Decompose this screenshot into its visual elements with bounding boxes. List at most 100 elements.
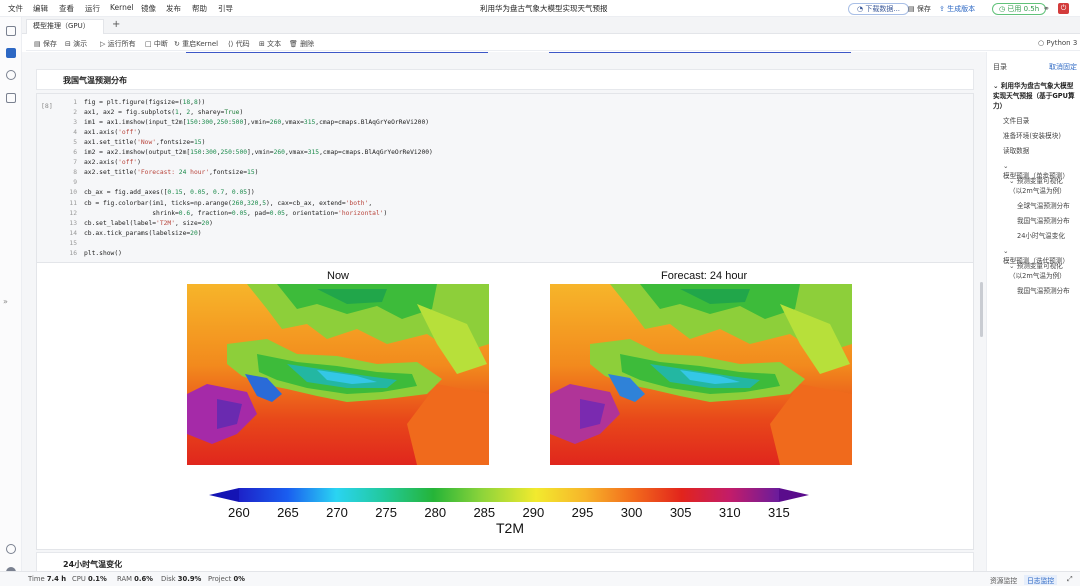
code-line: 6 im2 = ax2.imshow(output_t2m[150:300,250… bbox=[37, 149, 433, 159]
toc-item[interactable]: 读取数据 bbox=[1003, 146, 1075, 156]
toc-item-label: 读取数据 bbox=[1003, 147, 1030, 155]
link-icon[interactable]: ⚭ bbox=[1043, 2, 1050, 15]
colorbar-tick-label: 310 bbox=[718, 505, 741, 520]
prev-plot-edge bbox=[186, 52, 488, 53]
menu-publish[interactable]: 发布 bbox=[166, 3, 181, 14]
toc-item[interactable]: 文件目录 bbox=[1003, 116, 1075, 126]
toc-item[interactable]: ⌄ 利用华为盘古气象大模型实现天气预报（基于GPU算力） bbox=[993, 81, 1075, 111]
menu-guide[interactable]: 引导 bbox=[218, 3, 233, 14]
line-number: 8 bbox=[73, 169, 77, 177]
chevron-down-icon[interactable]: ⌄ bbox=[1009, 262, 1017, 270]
toc-item[interactable]: 准备环境(安装模块) bbox=[1003, 131, 1075, 141]
code-cell[interactable]: [8] 1 fig = plt.figure(figsize=(18,8)) 2 ax… bbox=[36, 93, 974, 263]
present-button[interactable]: ⊟ 演示 bbox=[65, 39, 87, 49]
menu-bar: 文件 编辑 查看 运行 Kernel 镜像 发布 帮助 引导 利用华为盘古气象大… bbox=[0, 0, 1080, 17]
code-button[interactable]: ⟨⟩ 代码 bbox=[228, 39, 250, 49]
markdown-cell-next[interactable]: 24小时气温变化 bbox=[36, 552, 974, 571]
code-line: 16 plt.show() bbox=[37, 250, 122, 260]
code-text: cb = fig.colorbar(im1, ticks=np.arange(2… bbox=[84, 199, 373, 207]
project-status: Project 0% bbox=[208, 575, 245, 583]
menu-run[interactable]: 运行 bbox=[85, 3, 100, 14]
line-number: 13 bbox=[69, 219, 77, 227]
run-all-button[interactable]: ▷ 运行所有 bbox=[100, 39, 136, 49]
database-icon[interactable] bbox=[6, 70, 16, 80]
expand-arrow-icon[interactable]: » bbox=[3, 297, 8, 306]
code-text: im2 = ax2.imshow(output_t2m[150:300,250:… bbox=[84, 149, 433, 157]
line-number: 10 bbox=[69, 189, 77, 197]
markdown-cell[interactable]: 我国气温预测分布 bbox=[36, 69, 974, 90]
line-number: 11 bbox=[69, 199, 77, 207]
toc-item-label: 准备环境(安装模块) bbox=[1003, 132, 1061, 140]
ram-status: RAM 0.6% bbox=[117, 575, 153, 583]
toc-item-label: 全球气温预测分布 bbox=[1017, 202, 1070, 210]
line-number: 3 bbox=[73, 119, 77, 127]
code-icon: ⟨⟩ bbox=[228, 40, 236, 48]
chevron-down-icon[interactable]: ⌄ bbox=[1009, 177, 1017, 185]
toc-item[interactable]: 我国气温预测分布 bbox=[1017, 216, 1075, 226]
stop-icon: □ bbox=[145, 40, 154, 48]
menu-kernel[interactable]: Kernel bbox=[110, 3, 134, 12]
text-button[interactable]: ⊞ 文本 bbox=[259, 39, 281, 49]
notebook-area: 我国气温预测分布 [8] 1 fig = plt.figure(figsize=(… bbox=[22, 52, 986, 571]
save-button[interactable]: ▤ 保存 bbox=[34, 39, 57, 49]
line-number: 9 bbox=[73, 179, 77, 187]
chevron-down-icon[interactable]: ⌄ bbox=[1003, 162, 1009, 170]
code-line: 9 bbox=[37, 179, 84, 189]
menu-edit[interactable]: 编辑 bbox=[33, 3, 48, 14]
dataset-icon[interactable] bbox=[6, 26, 16, 36]
scrollbar-thumb[interactable] bbox=[980, 282, 983, 337]
resource-monitor-tab[interactable]: 资源监控 bbox=[990, 575, 1017, 585]
toc-item[interactable]: 全球气温预测分布 bbox=[1017, 201, 1075, 211]
document-icon[interactable] bbox=[6, 93, 16, 103]
toc-item[interactable]: 24小时气温变化 bbox=[1017, 231, 1075, 241]
colorbar-tick-label: 290 bbox=[522, 505, 545, 520]
unpin-button[interactable]: 取消固定 bbox=[1049, 62, 1077, 72]
delete-button[interactable]: 🗑 删除 bbox=[289, 39, 314, 49]
restart-kernel-button[interactable]: ↻ 重启Kernel bbox=[174, 39, 218, 49]
help-icon[interactable] bbox=[6, 544, 16, 554]
colorbar bbox=[209, 487, 809, 506]
chevron-down-icon[interactable]: ⌄ bbox=[993, 82, 1001, 90]
toc-item[interactable]: 我国气温预测分布 bbox=[1017, 286, 1075, 296]
tab-notebook[interactable]: 模型推理（GPU） bbox=[26, 19, 104, 34]
code-text: cb.ax.tick_params(labelsize=20) bbox=[84, 229, 202, 237]
chevron-down-icon[interactable]: ⌄ bbox=[1003, 247, 1009, 255]
line-number: 15 bbox=[69, 239, 77, 247]
menu-image[interactable]: 镜像 bbox=[141, 3, 156, 14]
line-number: 14 bbox=[69, 229, 77, 237]
code-text: ax1, ax2 = fig.subplots(1, 2, sharey=Tru… bbox=[84, 109, 244, 117]
restart-icon: ↻ bbox=[174, 40, 183, 48]
interrupt-button[interactable]: □ 中断 bbox=[145, 39, 168, 49]
toc-item[interactable]: ⌄ 预测变量可视化（以2m气温为例） bbox=[1009, 176, 1075, 196]
generate-version-button[interactable]: ⇪ 生成版本 bbox=[939, 2, 975, 15]
add-tab-button[interactable]: + bbox=[112, 19, 120, 30]
code-line: 5 ax1.set_title('Now',fontsize=15) bbox=[37, 139, 205, 149]
power-icon[interactable]: ⏻ bbox=[1058, 2, 1069, 15]
code-line: 8 ax2.set_title('Forecast: 24 hour',fonts… bbox=[37, 169, 258, 179]
left-rail: » bbox=[0, 17, 22, 577]
line-number: 1 bbox=[73, 99, 77, 106]
plot-title-now: Now bbox=[327, 270, 350, 282]
code-text: shrink=0.6, fraction=0.05, pad=0.05, ori… bbox=[84, 209, 388, 217]
code-line: 12 shrink=0.6, fraction=0.05, pad=0.05, … bbox=[37, 210, 387, 220]
toc-item-label: 24小时气温变化 bbox=[1017, 232, 1065, 240]
download-data-button[interactable]: ◔ 下载数据... bbox=[848, 2, 910, 15]
menu-view[interactable]: 查看 bbox=[59, 3, 74, 14]
toc-item-label: 预测变量可视化（以2m气温为例） bbox=[1009, 262, 1066, 280]
save-header-button[interactable]: ▤ 保存 bbox=[908, 2, 931, 15]
fullscreen-icon[interactable]: ⤢ bbox=[1067, 575, 1072, 584]
toc-item[interactable]: ⌄ 预测变量可视化（以2m气温为例） bbox=[1009, 261, 1075, 281]
code-text: plt.show() bbox=[84, 249, 122, 257]
colorbar-tick-label: 285 bbox=[473, 505, 496, 520]
line-number: 16 bbox=[69, 249, 77, 257]
colorbar-tick-label: 315 bbox=[768, 505, 790, 520]
prev-plot-edge bbox=[549, 52, 851, 53]
menu-file[interactable]: 文件 bbox=[8, 3, 23, 14]
colorbar-tick-label: 280 bbox=[424, 505, 447, 520]
colorbar-tick-label: 270 bbox=[326, 505, 348, 520]
menu-help[interactable]: 帮助 bbox=[192, 3, 207, 14]
kernel-status[interactable]: ○ Python 3 bbox=[1038, 39, 1077, 47]
line-number: 2 bbox=[73, 109, 77, 117]
log-monitor-tab[interactable]: 日志监控 bbox=[1024, 575, 1058, 585]
folder-icon[interactable] bbox=[6, 48, 16, 58]
